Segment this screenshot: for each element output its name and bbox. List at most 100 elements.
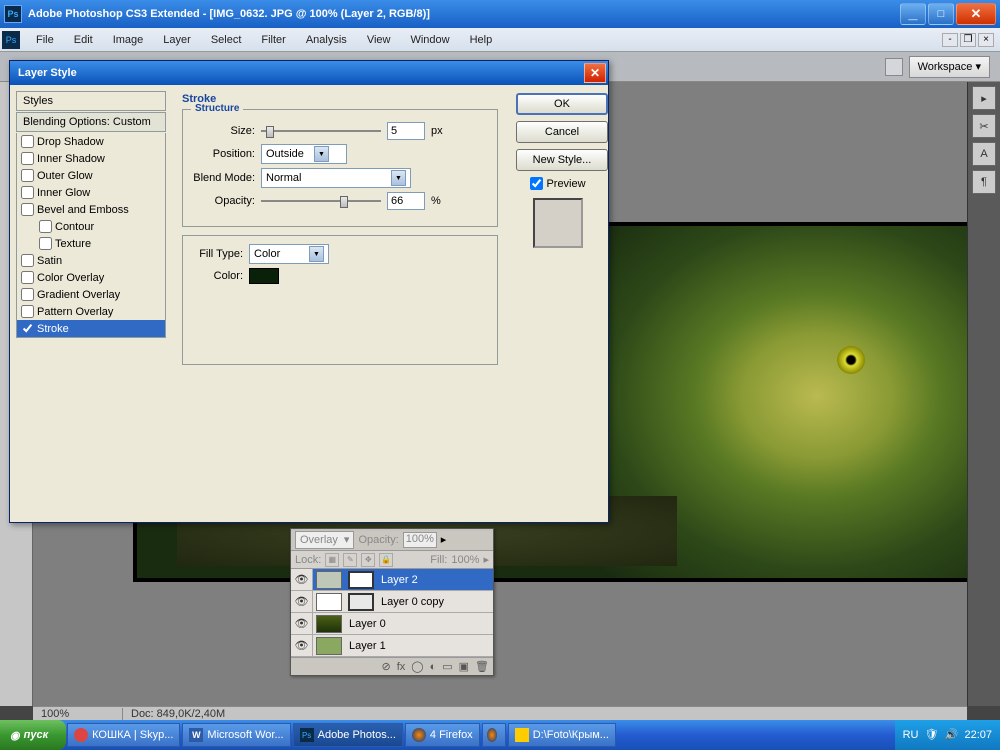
doc-restore-button[interactable]: ❐ [960, 33, 976, 47]
tray-icon[interactable]: 🛡 [924, 728, 938, 742]
menu-filter[interactable]: Filter [251, 30, 295, 50]
lock-position-icon[interactable]: ✥ [361, 553, 375, 567]
taskbar-item[interactable]: PsAdobe Photos... [293, 723, 403, 747]
lock-paint-icon[interactable]: ✎ [343, 553, 357, 567]
style-checkbox[interactable] [39, 237, 52, 250]
style-checkbox[interactable] [21, 135, 34, 148]
blending-options-header[interactable]: Blending Options: Custom [16, 112, 166, 132]
minimize-button[interactable]: _ [900, 3, 926, 25]
blend-mode-dropdown[interactable]: Normal▼ [261, 168, 411, 188]
style-gradient-overlay[interactable]: Gradient Overlay [17, 286, 165, 303]
style-inner-glow[interactable]: Inner Glow [17, 184, 165, 201]
layer-thumbnail[interactable] [316, 637, 342, 655]
taskbar-item[interactable]: WMicrosoft Wor... [182, 723, 290, 747]
style-bevel-and-emboss[interactable]: Bevel and Emboss [17, 201, 165, 218]
menu-help[interactable]: Help [460, 30, 503, 50]
blend-mode-dropdown[interactable]: Overlay▾ [295, 531, 354, 549]
menu-analysis[interactable]: Analysis [296, 30, 357, 50]
style-texture[interactable]: Texture [17, 235, 165, 252]
color-swatch[interactable] [249, 268, 279, 284]
taskbar-item[interactable]: 4 Firefox [405, 723, 480, 747]
style-pattern-overlay[interactable]: Pattern Overlay [17, 303, 165, 320]
style-color-overlay[interactable]: Color Overlay [17, 269, 165, 286]
layer-name[interactable]: Layer 2 [377, 574, 418, 586]
position-dropdown[interactable]: Outside▼ [261, 144, 347, 164]
zoom-level[interactable]: 100% [33, 708, 123, 720]
menu-edit[interactable]: Edit [64, 30, 103, 50]
visibility-icon[interactable]: 👁 [291, 569, 313, 590]
style-outer-glow[interactable]: Outer Glow [17, 167, 165, 184]
style-checkbox[interactable] [21, 254, 34, 267]
link-layers-icon[interactable]: ⊘ [381, 660, 390, 673]
taskbar-item[interactable]: D:\Foto\Крым... [508, 723, 616, 747]
layer-thumbnail[interactable] [316, 571, 342, 589]
system-tray[interactable]: RU 🛡 🔊 22:07 [895, 720, 1000, 750]
style-checkbox[interactable] [21, 322, 34, 335]
fill-flyout-icon[interactable]: ▸ [483, 553, 489, 566]
preview-checkbox[interactable] [530, 177, 543, 190]
style-checkbox[interactable] [21, 169, 34, 182]
panel-icon[interactable]: ▸ [972, 86, 996, 110]
dialog-title-bar[interactable]: Layer Style ✕ [10, 61, 608, 85]
fill-value[interactable]: 100% [451, 554, 479, 566]
folder-icon[interactable]: ▭ [442, 660, 452, 673]
style-stroke[interactable]: Stroke [17, 320, 165, 337]
layer-name[interactable]: Layer 0 copy [377, 596, 444, 608]
layer-thumbnail[interactable] [316, 615, 342, 633]
adjustment-icon[interactable]: ◐ [430, 661, 437, 673]
opacity-slider[interactable] [261, 194, 381, 208]
style-satin[interactable]: Satin [17, 252, 165, 269]
trash-icon[interactable]: 🗑 [475, 660, 489, 673]
size-slider[interactable] [261, 124, 381, 138]
cancel-button[interactable]: Cancel [516, 121, 608, 143]
clock[interactable]: 22:07 [964, 729, 992, 741]
opacity-input[interactable] [387, 192, 425, 210]
layer-row[interactable]: 👁 Layer 1 [291, 635, 493, 657]
opacity-flyout-icon[interactable]: ▸ [441, 533, 447, 546]
style-checkbox[interactable] [39, 220, 52, 233]
menu-file[interactable]: File [26, 30, 64, 50]
layer-thumbnail[interactable] [316, 593, 342, 611]
visibility-icon[interactable]: 👁 [291, 591, 313, 612]
workspace-dropdown[interactable]: Workspace ▾ [909, 56, 990, 78]
start-button[interactable]: ◉пуск [0, 720, 66, 750]
layer-row[interactable]: 👁 Layer 0 [291, 613, 493, 635]
maximize-button[interactable]: □ [928, 3, 954, 25]
styles-header[interactable]: Styles [16, 91, 166, 111]
layer-name[interactable]: Layer 0 [345, 618, 386, 630]
layer-row[interactable]: 👁 Layer 2 [291, 569, 493, 591]
style-inner-shadow[interactable]: Inner Shadow [17, 150, 165, 167]
menu-select[interactable]: Select [201, 30, 252, 50]
panel-toggle-icon[interactable] [885, 58, 903, 76]
panel-icon[interactable]: A [972, 142, 996, 166]
ok-button[interactable]: OK [516, 93, 608, 115]
language-indicator[interactable]: RU [903, 729, 919, 741]
menu-window[interactable]: Window [400, 30, 459, 50]
layer-row[interactable]: 👁 Layer 0 copy [291, 591, 493, 613]
tray-icon[interactable]: 🔊 [944, 728, 958, 742]
menu-layer[interactable]: Layer [153, 30, 201, 50]
menu-view[interactable]: View [357, 30, 401, 50]
layer-mask-thumbnail[interactable] [348, 571, 374, 589]
style-checkbox[interactable] [21, 203, 34, 216]
doc-close-button[interactable]: × [978, 33, 994, 47]
lock-transparent-icon[interactable]: ▦ [325, 553, 339, 567]
close-button[interactable]: ✕ [956, 3, 996, 25]
style-checkbox[interactable] [21, 288, 34, 301]
visibility-icon[interactable]: 👁 [291, 635, 313, 656]
panel-icon[interactable]: ✂ [972, 114, 996, 138]
layer-name[interactable]: Layer 1 [345, 640, 386, 652]
style-checkbox[interactable] [21, 305, 34, 318]
opacity-value[interactable]: 100% [403, 532, 437, 548]
size-input[interactable] [387, 122, 425, 140]
style-checkbox[interactable] [21, 152, 34, 165]
fx-icon[interactable]: fx [397, 661, 406, 673]
mask-icon[interactable]: ◯ [411, 660, 423, 673]
lock-all-icon[interactable]: 🔒 [379, 553, 393, 567]
new-layer-icon[interactable]: ▣ [459, 660, 469, 673]
visibility-icon[interactable]: 👁 [291, 613, 313, 634]
new-style-button[interactable]: New Style... [516, 149, 608, 171]
style-drop-shadow[interactable]: Drop Shadow [17, 133, 165, 150]
dialog-close-button[interactable]: ✕ [584, 63, 606, 83]
layer-mask-thumbnail[interactable] [348, 593, 374, 611]
